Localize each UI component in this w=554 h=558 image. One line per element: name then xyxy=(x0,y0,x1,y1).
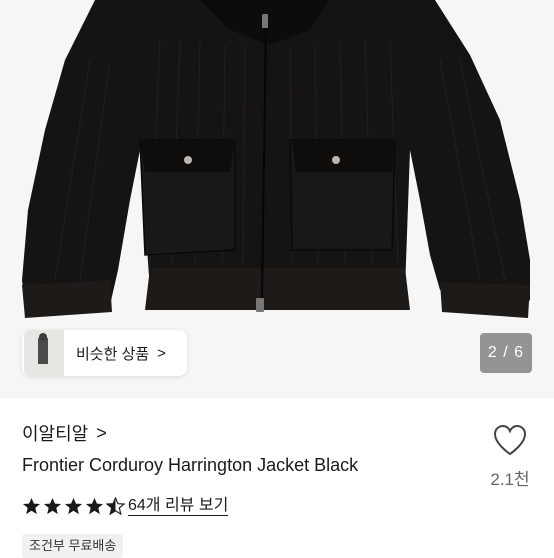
star-icon xyxy=(64,497,83,515)
star-half-icon xyxy=(106,497,125,516)
star-icon xyxy=(43,497,62,515)
product-image-gallery[interactable]: 비슷한 상품 > 2 / 6 xyxy=(0,0,554,398)
review-link[interactable]: 64개 리뷰 보기 xyxy=(128,497,229,516)
product-title: Frontier Corduroy Harrington Jacket Blac… xyxy=(22,455,359,475)
heart-outline-icon[interactable] xyxy=(492,423,528,457)
chevron-right-icon: > xyxy=(96,422,107,443)
similar-products-label: 비슷한 상품 xyxy=(76,345,150,363)
store-name: 이알티알 xyxy=(22,424,89,444)
chevron-right-icon: > xyxy=(157,344,166,362)
star-icon xyxy=(85,497,104,515)
rating-stars xyxy=(22,497,127,516)
shipping-badge: 조건부 무료배송 xyxy=(22,534,124,558)
image-counter: 2 / 6 xyxy=(480,333,532,373)
similar-product-thumbnail xyxy=(24,330,64,376)
similar-products-button[interactable]: 비슷한 상품 > xyxy=(22,330,187,376)
like-count: 2.1천 xyxy=(490,470,530,489)
store-link[interactable]: 이알티알 > xyxy=(22,420,107,446)
star-icon xyxy=(22,497,41,515)
